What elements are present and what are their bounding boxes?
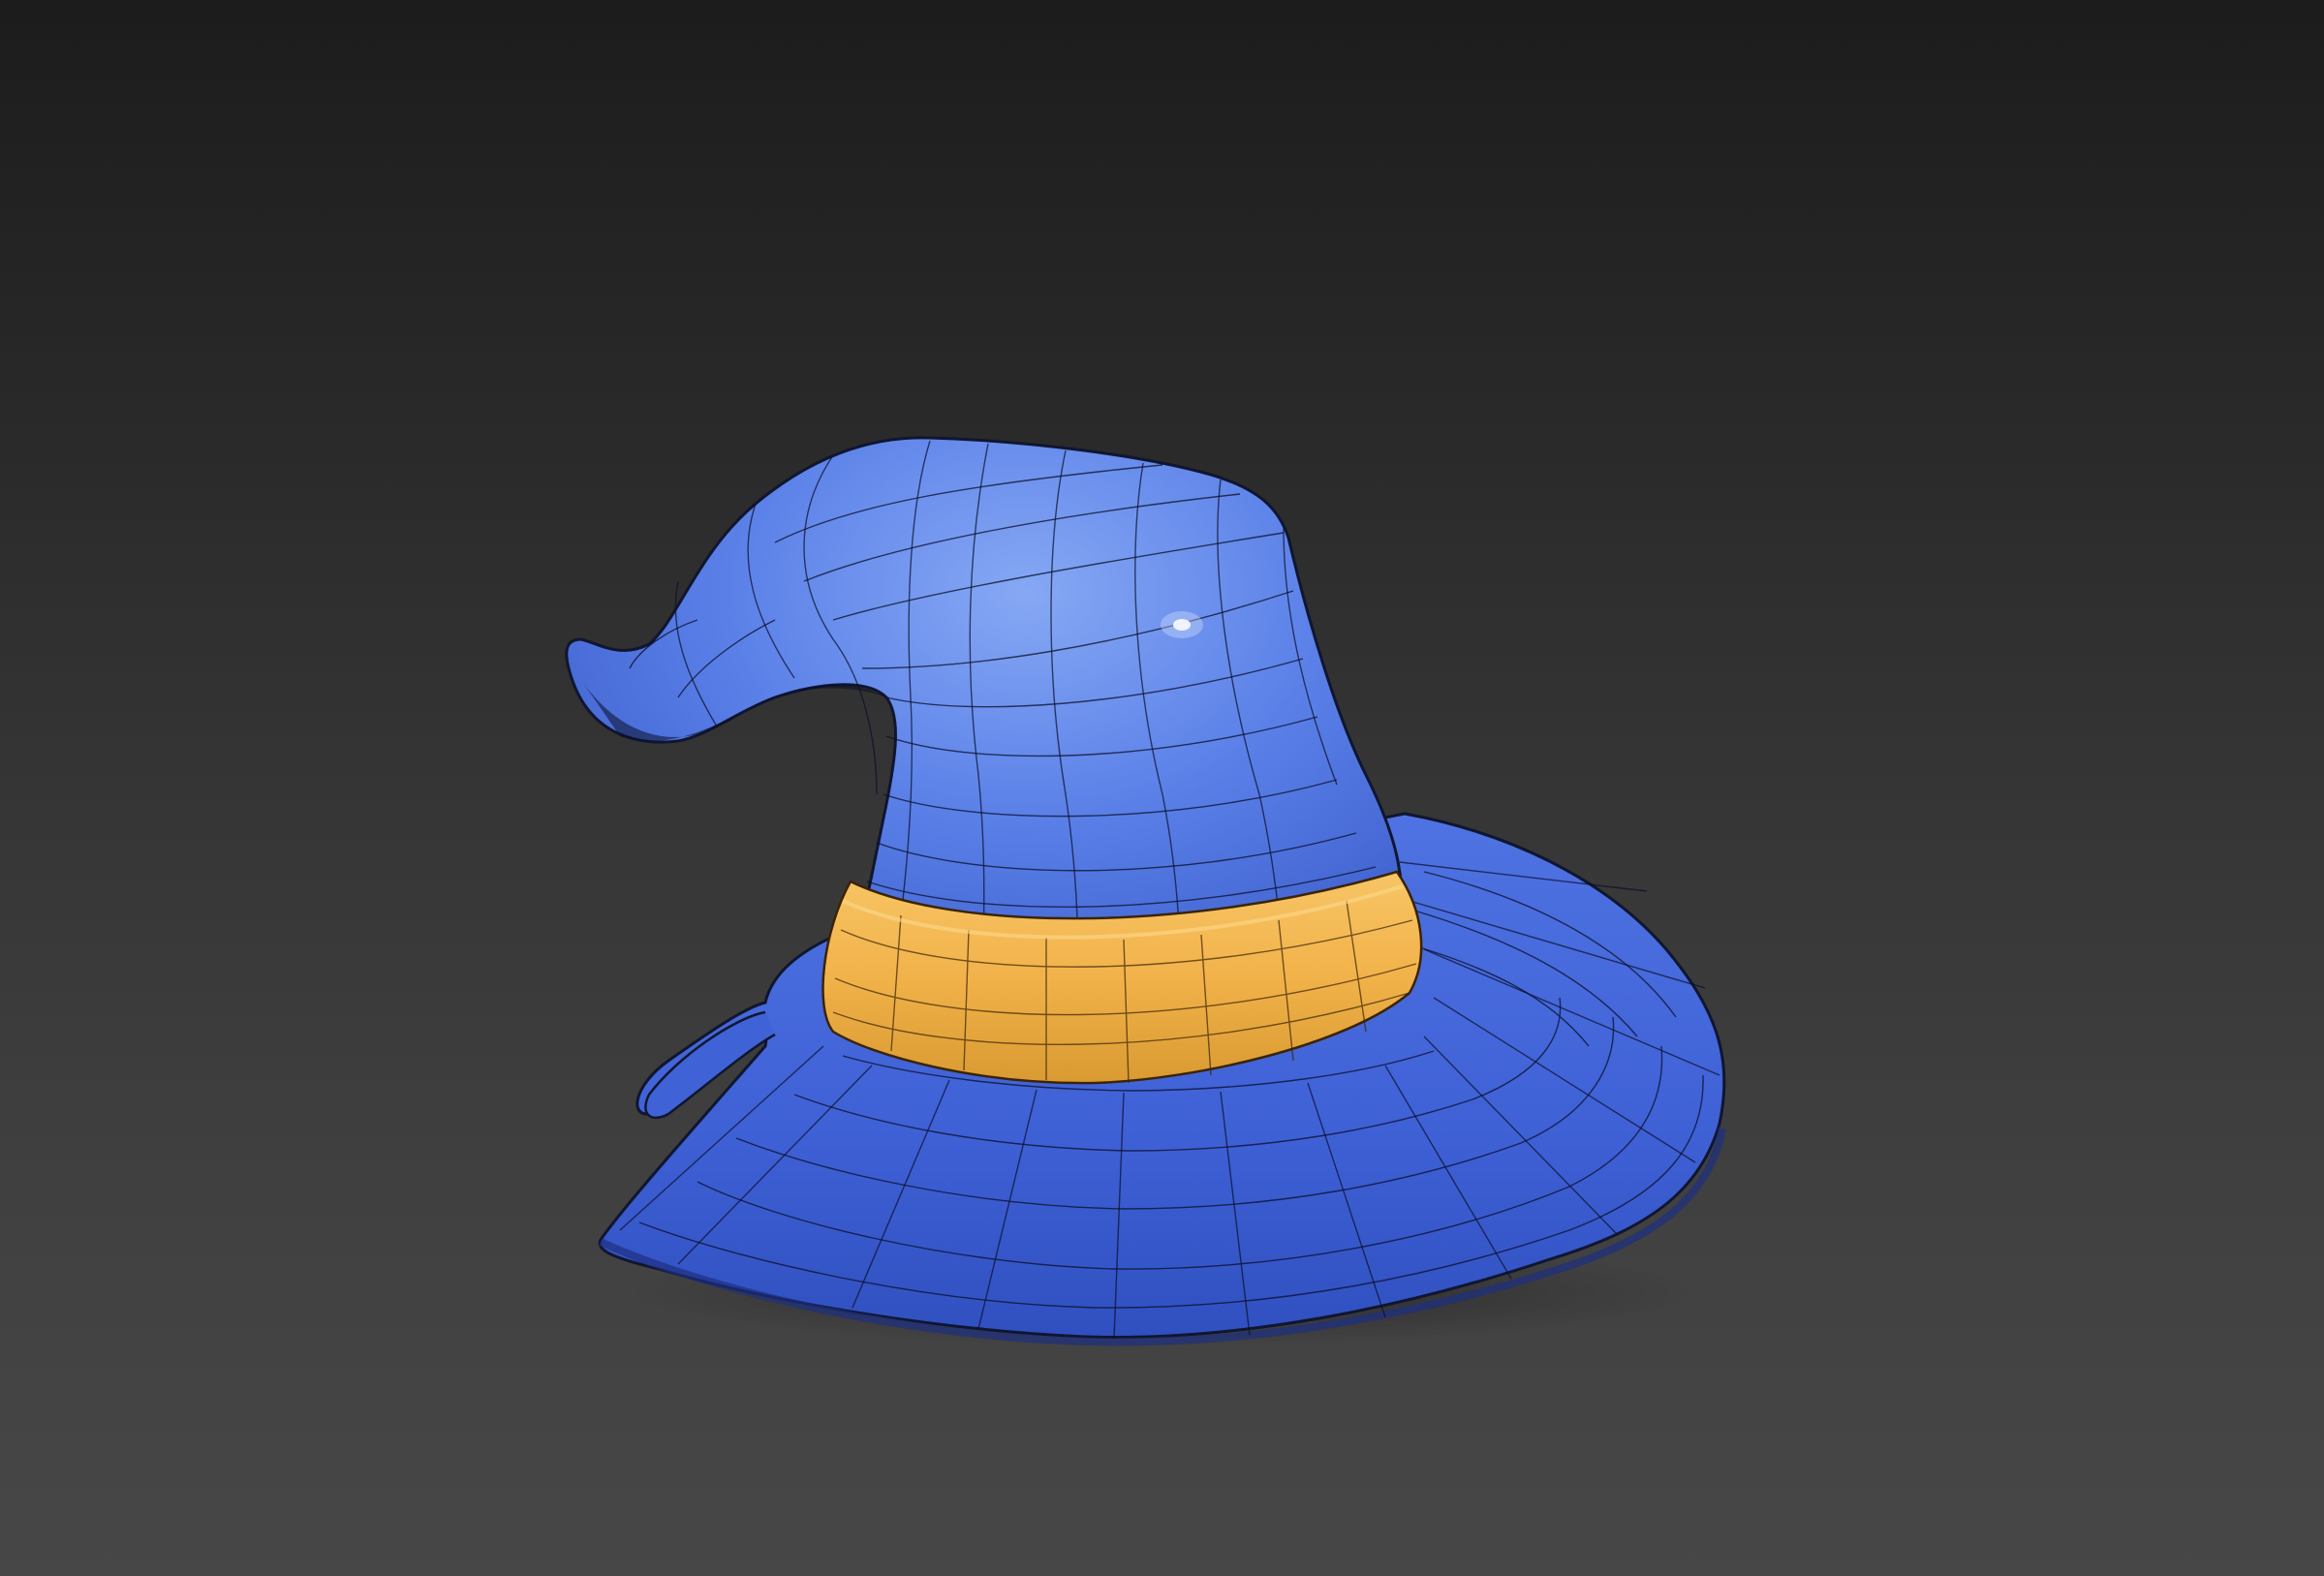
wizard-hat-model <box>565 436 1726 1346</box>
3d-viewport[interactable] <box>0 0 2324 1576</box>
